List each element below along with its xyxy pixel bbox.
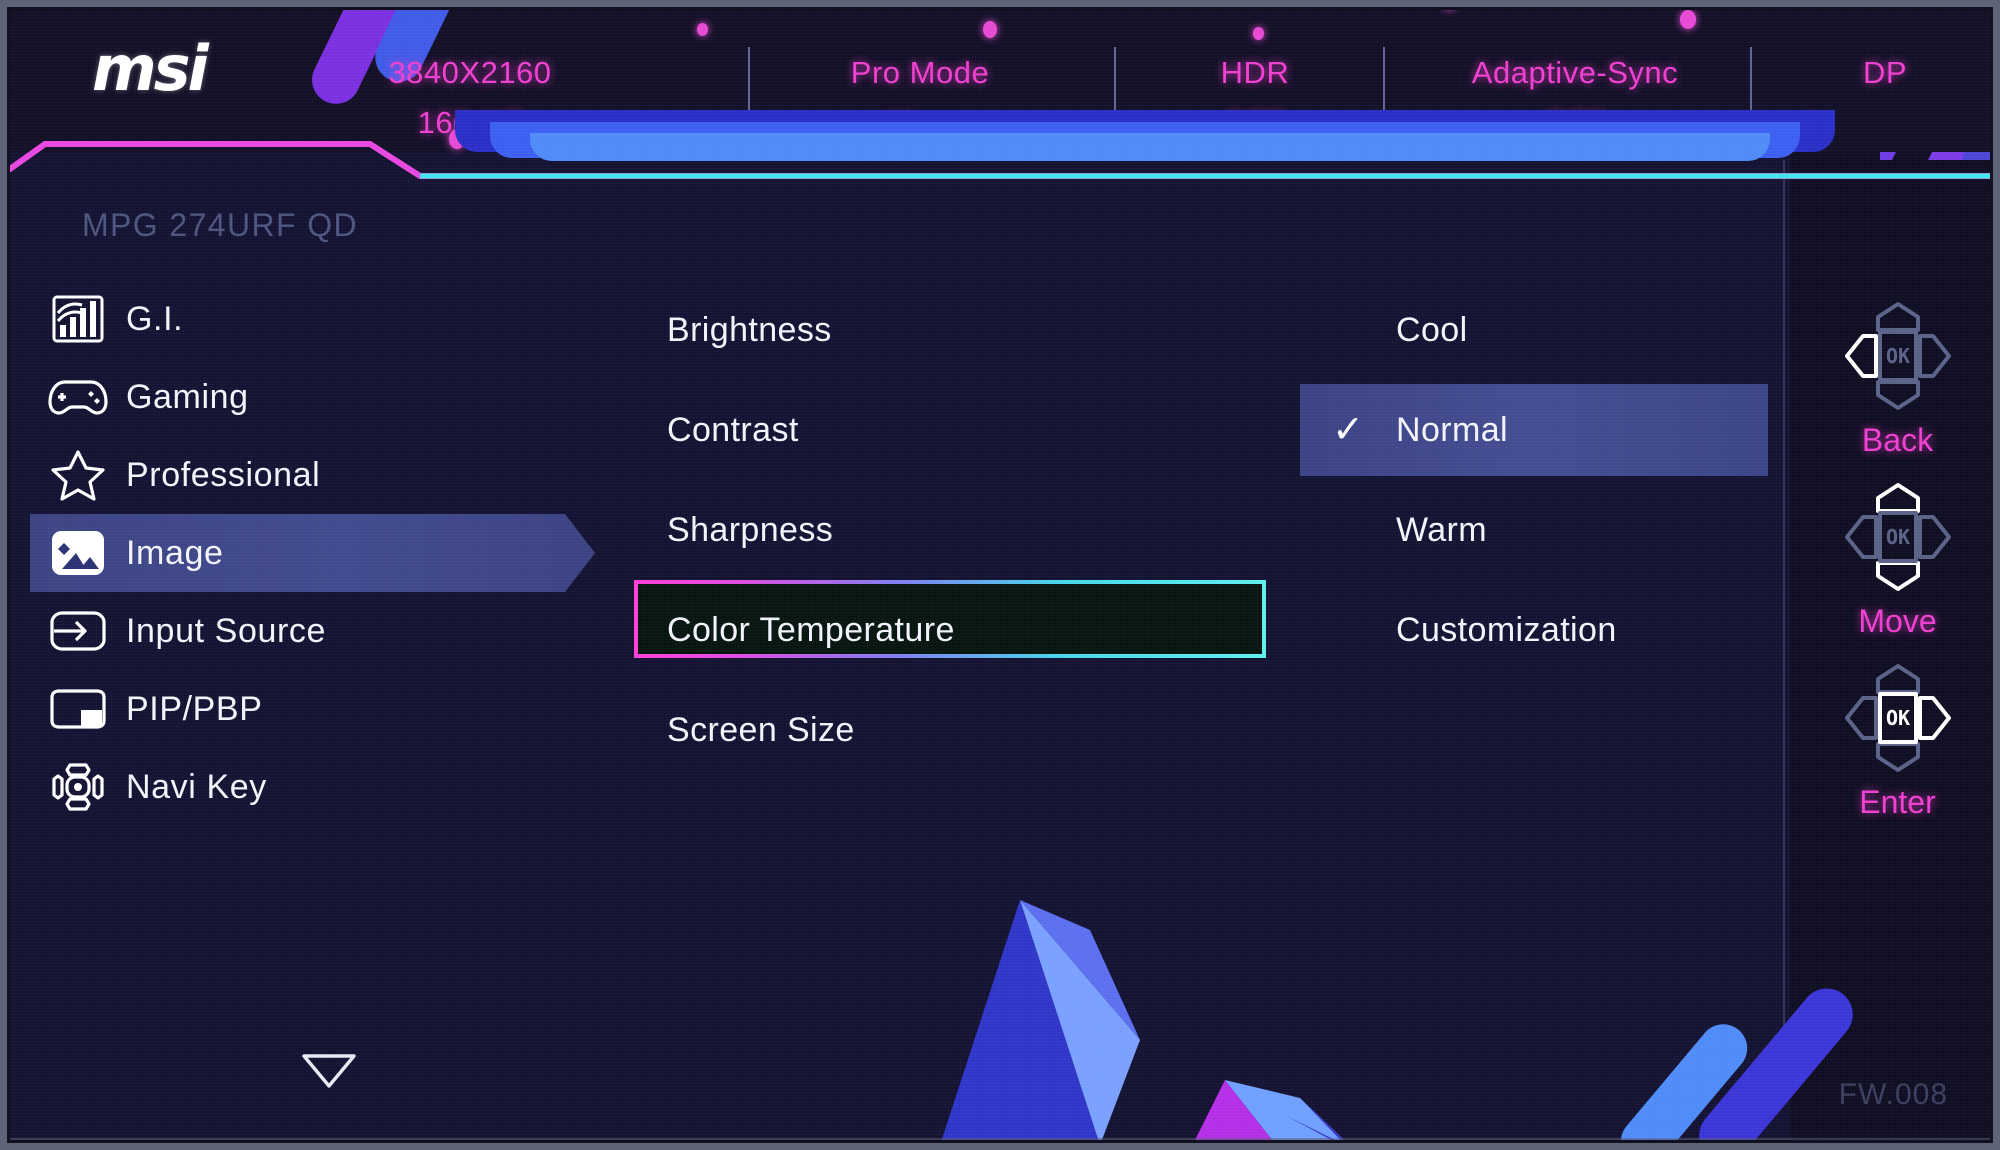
- sidebar-label: G.I.: [126, 299, 184, 338]
- sidebar-item-image[interactable]: Image: [30, 514, 605, 592]
- sidebar-item-gi[interactable]: G.I.: [30, 280, 605, 358]
- option-item-sharpness[interactable]: Sharpness: [640, 480, 1300, 580]
- sidebar-label: PIP/PBP: [126, 689, 263, 728]
- sidebar-item-pip-pbp[interactable]: PIP/PBP: [30, 670, 605, 748]
- header-divider-line: [0, 141, 2000, 179]
- nav-label: Move: [1858, 603, 1937, 639]
- decor-dot: [697, 23, 708, 36]
- decor-floor-line: [0, 1138, 2000, 1142]
- value-item-customization[interactable]: Customization: [1300, 580, 1860, 680]
- option-item-screen-size[interactable]: Screen Size: [640, 680, 1300, 780]
- decor-bottom-right-slashes: [1620, 988, 1853, 1150]
- sidebar-label: Professional: [126, 455, 321, 494]
- header-item-input: DP: [1790, 48, 1980, 98]
- value-list: Cool ✓ Normal Warm Customization: [1300, 280, 1860, 680]
- sidebar-item-input-source[interactable]: Input Source: [30, 592, 605, 670]
- header-adaptive-sync-line1: Adaptive-Sync: [1471, 55, 1679, 90]
- value-label: Normal: [1396, 410, 1508, 449]
- sidebar-menu: G.I. Gaming Professional Image Input Sou…: [30, 280, 605, 826]
- svg-text:OK: OK: [1885, 706, 1909, 730]
- value-label: Customization: [1396, 610, 1617, 649]
- value-label: Warm: [1396, 510, 1487, 549]
- sidebar-label: Input Source: [126, 611, 326, 650]
- value-label: Cool: [1396, 310, 1468, 349]
- nav-item-enter[interactable]: OK Enter: [1795, 662, 2000, 821]
- star-icon: [30, 448, 126, 502]
- sidebar-label: Image: [126, 533, 224, 572]
- value-item-normal[interactable]: ✓ Normal: [1300, 380, 1860, 480]
- header-resolution-line1: 3840X2160: [388, 55, 552, 90]
- header-hdr-line1: HDR: [1220, 55, 1290, 90]
- pip-pbp-icon: [30, 687, 126, 731]
- nav-label: Enter: [1859, 784, 1936, 820]
- monitor-osd-screen: msi 3840X2160 160 HZ Pro Mode User HDR O…: [0, 0, 2000, 1150]
- nav-item-back[interactable]: OK Back: [1795, 300, 2000, 459]
- option-label: Screen Size: [667, 710, 855, 749]
- value-item-warm[interactable]: Warm: [1300, 480, 1860, 580]
- msi-logo: msi: [92, 32, 209, 105]
- value-item-cool[interactable]: Cool: [1300, 280, 1860, 380]
- sidebar-item-professional[interactable]: Professional: [30, 436, 605, 514]
- nav-item-move[interactable]: OK Move: [1795, 481, 2000, 640]
- nav-label: Back: [1861, 422, 1934, 458]
- navi-key-icon: [30, 761, 126, 813]
- option-item-brightness[interactable]: Brightness: [640, 280, 1300, 380]
- option-list: Brightness Contrast Sharpness Color Temp…: [640, 280, 1300, 780]
- decor-dot: [1443, 0, 1455, 10]
- joystick-enter-icon: OK: [1795, 662, 2000, 780]
- gi-icon: [30, 291, 126, 347]
- sidebar-item-gaming[interactable]: Gaming: [30, 358, 605, 436]
- input-arrow-icon: [30, 609, 126, 653]
- gamepad-icon: [30, 374, 126, 420]
- header-pro-mode-line1: Pro Mode: [850, 55, 990, 90]
- option-label: Brightness: [667, 310, 832, 349]
- decor-dot: [1253, 27, 1264, 40]
- sidebar-label: Navi Key: [126, 767, 267, 806]
- decor-bottom-mid-shapes: [1190, 1080, 1355, 1150]
- decor-dot: [983, 21, 997, 38]
- image-icon: [30, 529, 126, 577]
- svg-text:OK: OK: [1885, 344, 1909, 368]
- option-item-contrast[interactable]: Contrast: [640, 380, 1300, 480]
- option-label: Contrast: [667, 410, 799, 449]
- decor-dot: [1680, 10, 1696, 29]
- option-label: Sharpness: [667, 510, 834, 549]
- model-name: MPG 274URF QD: [82, 207, 359, 243]
- sidebar-item-navi-key[interactable]: Navi Key: [30, 748, 605, 826]
- nav-hint-panel: OK Back OK Move OK Enter: [1795, 300, 2000, 843]
- joystick-updown-icon: OK: [1795, 481, 2000, 599]
- check-icon: ✓: [1332, 409, 1364, 451]
- joystick-left-icon: OK: [1795, 300, 2000, 418]
- option-label: Color Temperature: [667, 610, 955, 649]
- sidebar-label: Gaming: [126, 377, 249, 416]
- svg-text:OK: OK: [1885, 525, 1909, 549]
- header-input-line1: DP: [1862, 55, 1908, 90]
- scroll-down-triangle-icon[interactable]: [300, 1050, 358, 1095]
